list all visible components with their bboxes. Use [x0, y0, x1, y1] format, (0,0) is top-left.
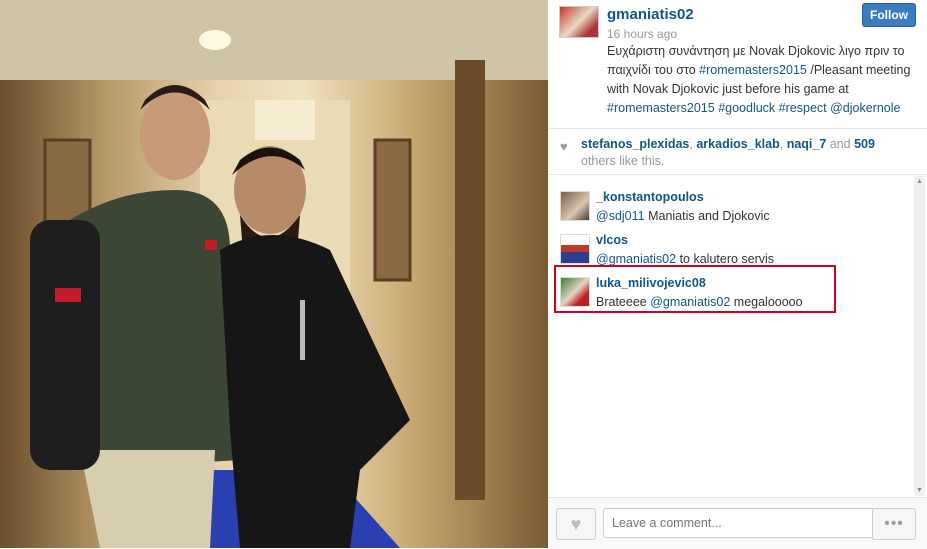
list-item: vlcos @gmaniatis02 to kalutero servis	[548, 224, 914, 266]
hashtag-link[interactable]: #goodluck	[718, 101, 775, 115]
comments-list: _konstantopoulos @sdj011 Maniatis and Dj…	[548, 176, 914, 496]
avatar[interactable]	[559, 6, 599, 38]
follow-button[interactable]: Follow	[862, 3, 916, 27]
post-header: gmaniatis02 16 hours ago Follow Ευχάριστ…	[548, 0, 927, 129]
avatar[interactable]	[560, 191, 590, 221]
comment-username[interactable]: vlcos	[596, 233, 628, 247]
liker-link[interactable]: arkadios_klab	[696, 137, 779, 151]
comment-username[interactable]: _konstantopoulos	[596, 190, 704, 204]
post-timestamp[interactable]: 16 hours ago	[607, 27, 677, 41]
scroll-down-arrow-icon[interactable]: ▼	[914, 487, 925, 494]
likes-summary: stefanos_plexidas, arkadios_klab, naqi_7…	[581, 137, 875, 168]
post-detail-panel: gmaniatis02 16 hours ago Follow Ευχάριστ…	[548, 0, 927, 549]
post-caption: Ευχάριστη συνάντηση με Novak Djokovic λι…	[607, 42, 917, 118]
liker-link[interactable]: stefanos_plexidas	[581, 137, 689, 151]
highlight-box	[554, 265, 836, 313]
like-button[interactable]: ♥	[556, 508, 596, 540]
comment-footer: ♥ •••	[548, 497, 927, 549]
likes-section: ♥ stefanos_plexidas, arkadios_klab, naqi…	[548, 128, 927, 175]
hashtag-link[interactable]: #respect	[779, 101, 827, 115]
post-photo	[0, 0, 548, 548]
mention-link[interactable]: @djokernole	[830, 101, 900, 115]
likes-conjunction: and	[826, 137, 855, 151]
avatar[interactable]	[560, 234, 590, 264]
list-item: _konstantopoulos @sdj011 Maniatis and Dj…	[548, 181, 914, 223]
comment-body: to kalutero servis	[676, 252, 775, 266]
scroll-up-arrow-icon[interactable]: ▲	[914, 178, 925, 185]
comment-body: Maniatis and Djokovic	[644, 209, 770, 223]
comments-scrollbar[interactable]: ▲ ▼	[914, 176, 925, 496]
liker-link[interactable]: naqi_7	[787, 137, 827, 151]
comment-text: @gmaniatis02 to kalutero servis	[596, 252, 774, 266]
mention-link[interactable]: @sdj011	[596, 209, 645, 223]
comment-input-wrapper	[603, 508, 913, 538]
post-username[interactable]: gmaniatis02	[607, 6, 694, 23]
comment-input[interactable]	[603, 508, 913, 538]
heart-icon: ♥	[560, 139, 568, 154]
heart-icon: ♥	[570, 514, 582, 534]
comment-text: @sdj011 Maniatis and Djokovic	[596, 209, 770, 223]
more-options-icon: •••	[884, 515, 904, 532]
more-options-button[interactable]: •••	[872, 508, 916, 540]
hashtag-link[interactable]: #romemasters2015	[607, 101, 715, 115]
hashtag-link[interactable]: #romemasters2015	[699, 63, 807, 77]
likes-suffix: others like this.	[581, 154, 665, 168]
likes-count[interactable]: 509	[854, 137, 875, 151]
mention-link[interactable]: @gmaniatis02	[596, 252, 676, 266]
